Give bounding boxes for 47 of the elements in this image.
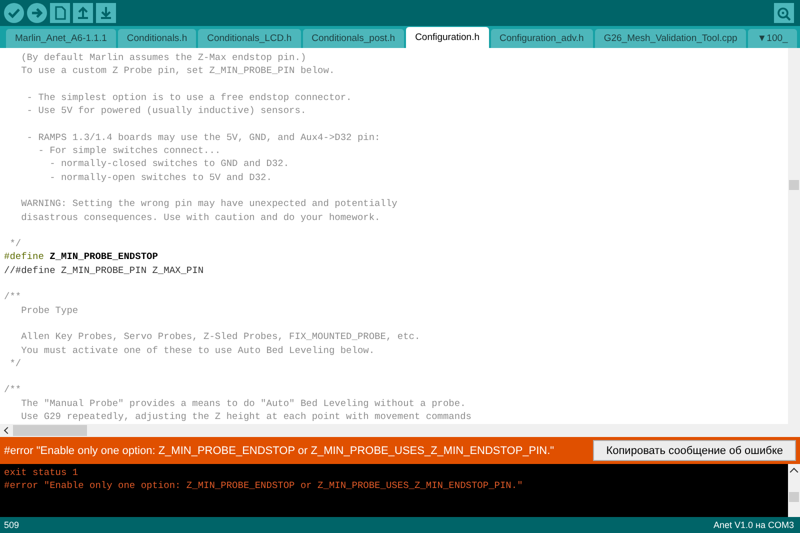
file-tab[interactable]: ▼100_	[748, 29, 797, 48]
scrollbar-thumb[interactable]	[789, 492, 799, 502]
code-comment: Probe Type	[20, 304, 78, 316]
file-tab[interactable]: Conditionals_LCD.h	[198, 29, 301, 48]
code-comment: disastrous consequences. Use with caution and do your homework.	[20, 212, 380, 223]
code-comment: - Use 5V for powered (usually inductive) sensors.	[26, 105, 306, 116]
line-number: 509	[4, 520, 20, 530]
code-comment: */	[8, 238, 22, 250]
code-comment: You must activate one of these to use Auto Bed Leveling below.	[20, 344, 375, 356]
error-message: #error "Enable only one option: Z_MIN_PROBE_ENDSTOP or Z_MIN_PROBE_USES_Z_MIN_ENDSTOP_PIN."	[4, 444, 554, 456]
file-tab[interactable]: Configuration_adv.h	[490, 29, 593, 48]
code-comment: (By default Marlin assumes the Z-Max endstop pin.)	[20, 52, 306, 63]
code-line: #define Z_MIN_PROBE_ENDSTOP	[4, 251, 158, 262]
arrow-right-button[interactable]	[27, 3, 47, 23]
document-button[interactable]	[50, 3, 70, 23]
file-tab[interactable]: G26_Mesh_Validation_Tool.cpp	[594, 29, 746, 48]
code-comment: WARNING: Setting the wrong pin may have unexpected and potentially	[20, 198, 398, 210]
board-port: Anet V1.0 на COM3	[713, 520, 794, 530]
code-comment: - normally-closed switches to GND and D32.	[48, 158, 290, 170]
code-comment: To use a custom Z Probe pin, set Z_MIN_PROBE_PIN below.	[20, 65, 335, 76]
horizontal-scrollbar[interactable]	[0, 424, 788, 437]
code-comment: /**	[4, 291, 22, 302]
console-line: exit status 1	[4, 466, 80, 479]
file-tab[interactable]: Conditionals.h	[118, 29, 196, 48]
scrollbar-thumb[interactable]	[13, 425, 87, 436]
code-comment: - normally-open switches to 5V and D32.	[48, 172, 272, 183]
code-comment: Allen Key Probes, Servo Probes, Z-Sled Probes, FIX_MOUNTED_PROBE, etc.	[20, 331, 420, 342]
file-tab[interactable]: Marlin_Anet_A6-1.1.1	[6, 29, 116, 48]
check-button[interactable]	[4, 3, 24, 23]
console-line: #error "Enable only one option: Z_MIN_PROBE_ENDSTOP or Z_MIN_PROBE_USES_Z_MIN_ENDSTOP_PIN."	[4, 479, 524, 492]
file-tab[interactable]: Configuration.h	[406, 27, 488, 48]
vertical-scrollbar[interactable]	[788, 48, 800, 437]
code-comment: The "Manual Probe" provides a means to do "Auto" Bed Leveling without a probe.	[20, 398, 466, 409]
arrow-down-button[interactable]	[96, 3, 116, 23]
code-comment: Use G29 repeatedly, adjusting the Z height at each point with movement commands	[20, 411, 472, 422]
code-line: //#define Z_MIN_PROBE_PIN Z_MAX_PIN	[4, 264, 204, 276]
code-comment: - For simple switches connect...	[37, 145, 221, 156]
code-comment: */	[8, 358, 22, 369]
scrollbar-thumb[interactable]	[789, 180, 799, 190]
code-comment: - The simplest option is to use a free endstop connector.	[26, 92, 352, 103]
serial-monitor-button[interactable]	[774, 3, 794, 23]
file-tab[interactable]: Conditionals_post.h	[302, 29, 404, 48]
copy-error-button[interactable]: Копировать сообщение об ошибке	[593, 440, 796, 461]
console-scrollbar[interactable]	[788, 464, 800, 517]
code-comment: /**	[4, 384, 22, 396]
code-comment: - RAMPS 1.3/1.4 boards may use the 5V, GND, and Aux4->D32 pin:	[26, 132, 380, 143]
arrow-up-button[interactable]	[73, 3, 93, 23]
